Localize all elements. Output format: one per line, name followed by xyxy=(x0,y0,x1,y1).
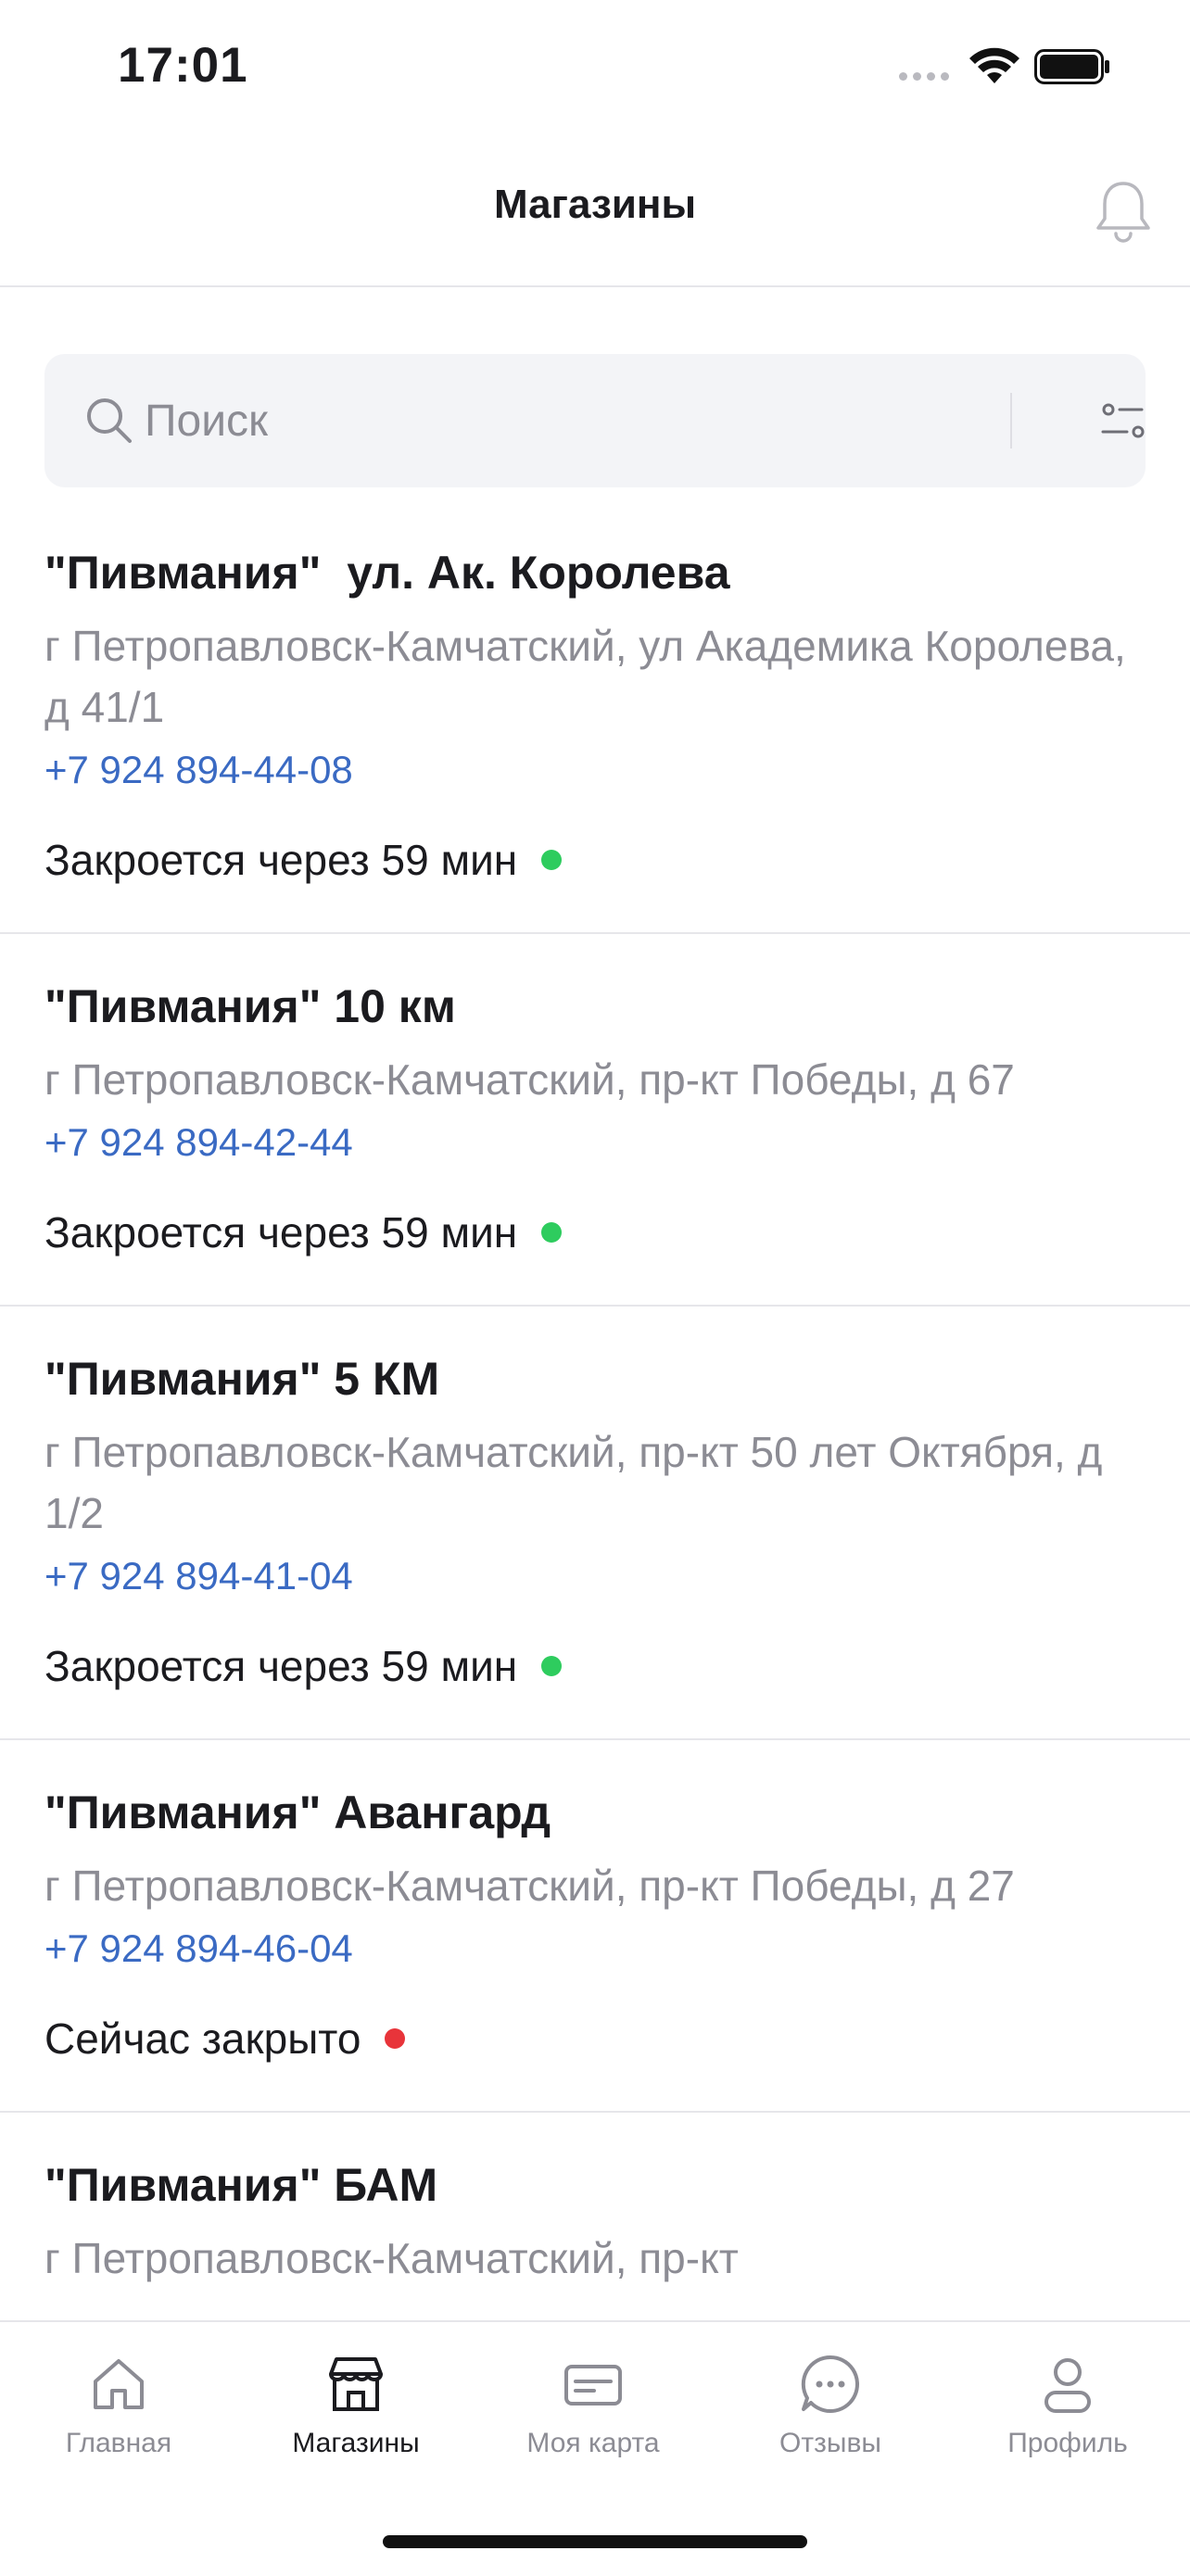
store-status-text: Закроется через 59 мин xyxy=(44,1642,518,1690)
tab-stores[interactable]: Магазины xyxy=(237,2352,475,2459)
store-card[interactable]: "Пивмания" 10 км г Петропавловск-Камчатс… xyxy=(0,934,1190,1307)
store-list: "Пивмания" ул. Ак. Королева г Петропавло… xyxy=(0,500,1190,2322)
store-address: г Петропавловск-Камчатский, пр-кт Победы… xyxy=(44,1055,1015,1104)
store-status-text: Сейчас закрыто xyxy=(44,2014,361,2063)
store-phone-link[interactable]: +7 924 894-41-04 xyxy=(44,1549,353,1603)
tab-profile[interactable]: Профиль xyxy=(949,2352,1186,2459)
tab-label: Отзывы xyxy=(779,2428,881,2458)
search-input[interactable] xyxy=(145,391,997,450)
store-phone-link[interactable]: +7 924 894-42-44 xyxy=(44,1116,353,1169)
store-icon xyxy=(329,2357,383,2411)
tab-label: Магазины xyxy=(292,2428,420,2458)
store-name: "Пивмания" БАМ xyxy=(44,2159,438,2211)
store-name: "Пивмания" ул. Ак. Королева xyxy=(44,547,730,599)
store-card[interactable]: "Пивмания" Авангард г Петропавловск-Камч… xyxy=(0,1740,1190,2113)
store-address: г Петропавловск-Камчатский, пр-кт xyxy=(44,2234,739,2282)
store-name: "Пивмания" 5 КМ xyxy=(44,1353,440,1405)
status-dot-closed-icon xyxy=(385,2028,406,2049)
store-name: "Пивмания" Авангард xyxy=(44,1787,551,1838)
store-phone-link[interactable]: +7 924 894-44-08 xyxy=(44,743,353,797)
store-address: г Петропавловск-Камчатский, пр-кт 50 лет… xyxy=(44,1428,1103,1537)
search-bar xyxy=(44,354,1146,487)
navigation-header: Магазины xyxy=(0,130,1190,287)
store-status: Закроется через 59 мин xyxy=(44,1205,1146,1260)
store-name: "Пивмания" 10 км xyxy=(44,980,456,1032)
cellular-signal-icon xyxy=(899,72,949,81)
search-divider xyxy=(1010,393,1012,448)
profile-icon xyxy=(1044,2358,1091,2413)
store-card[interactable]: "Пивмания" ул. Ак. Королева г Петропавло… xyxy=(0,500,1190,934)
status-time: 17:01 xyxy=(118,38,248,93)
home-icon xyxy=(94,2359,144,2409)
filter-icon[interactable] xyxy=(1095,393,1151,448)
store-status: Сейчас закрыто xyxy=(44,2011,1146,2066)
tab-reviews[interactable]: Отзывы xyxy=(712,2352,949,2459)
store-address: г Петропавловск-Камчатский, ул Академика… xyxy=(44,622,1126,731)
tab-my-card[interactable]: Моя карта xyxy=(475,2352,712,2459)
tab-label: Моя карта xyxy=(526,2428,660,2458)
search-icon xyxy=(87,398,132,443)
page-title: Магазины xyxy=(493,182,697,227)
store-address: г Петропавловск-Камчатский, пр-кт Победы… xyxy=(44,1862,1015,1910)
card-icon xyxy=(564,2365,622,2406)
store-card[interactable]: "Пивмания" БАМ г Петропавловск-Камчатски… xyxy=(0,2113,1190,2322)
tab-home[interactable]: Главная xyxy=(0,2352,237,2459)
notifications-bell-icon[interactable] xyxy=(1094,178,1153,245)
status-dot-open-icon xyxy=(541,850,563,870)
status-bar: 17:01 xyxy=(0,0,1190,130)
store-phone-link[interactable]: +7 924 894-46-04 xyxy=(44,1922,353,1976)
tab-label: Главная xyxy=(65,2428,172,2458)
battery-icon xyxy=(1034,49,1109,84)
home-indicator xyxy=(383,2535,807,2548)
store-status: Закроется через 59 мин xyxy=(44,1638,1146,1694)
store-status: Закроется через 59 мин xyxy=(44,832,1146,888)
tab-label: Профиль xyxy=(1007,2428,1128,2458)
store-status-text: Закроется через 59 мин xyxy=(44,1208,518,1256)
status-dot-open-icon xyxy=(541,1222,563,1243)
store-status-text: Закроется через 59 мин xyxy=(44,836,518,884)
wifi-icon xyxy=(969,47,1019,83)
store-card[interactable]: "Пивмания" 5 КМ г Петропавловск-Камчатск… xyxy=(0,1307,1190,1740)
status-dot-open-icon xyxy=(541,1656,563,1676)
chat-icon xyxy=(801,2355,859,2413)
